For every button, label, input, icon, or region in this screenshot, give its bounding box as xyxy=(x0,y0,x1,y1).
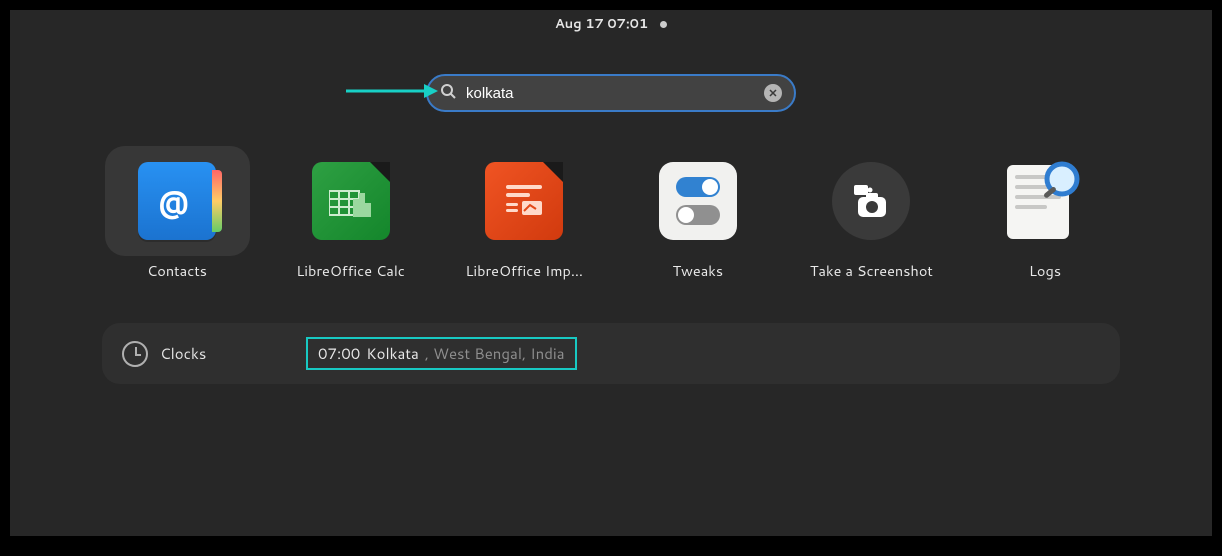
app-label: Take a Screenshot xyxy=(810,260,933,281)
app-contacts[interactable]: @ Contacts xyxy=(102,146,252,281)
logs-icon xyxy=(1005,161,1085,241)
app-label: LibreOffice Calc xyxy=(296,260,405,281)
screenshot-icon xyxy=(832,162,910,240)
app-results-grid: @ Contacts xyxy=(102,146,1120,281)
clear-search-icon[interactable]: ✕ xyxy=(764,84,782,102)
clock-time: 07:00 xyxy=(318,343,360,364)
app-label: Contacts xyxy=(147,260,207,281)
app-label: LibreOffice Imp… xyxy=(465,260,583,281)
app-label: Logs xyxy=(1029,260,1061,281)
clock-icon xyxy=(122,341,148,367)
impress-icon xyxy=(485,162,563,240)
app-libreoffice-calc[interactable]: LibreOffice Calc xyxy=(276,146,426,281)
magnifier-icon xyxy=(1037,159,1087,215)
calc-icon xyxy=(312,162,390,240)
clock-result-item[interactable]: 07:00 Kolkata , West Bengal, India xyxy=(306,337,577,370)
search-field[interactable]: ✕ xyxy=(426,74,796,112)
app-libreoffice-impress[interactable]: LibreOffice Imp… xyxy=(449,146,599,281)
clock-detail: , West Bengal, India xyxy=(425,343,565,364)
app-screenshot[interactable]: Take a Screenshot xyxy=(796,146,946,281)
top-bar: Aug 17 07:01 xyxy=(10,10,1212,38)
search-input[interactable] xyxy=(466,85,754,102)
provider-label: Clocks xyxy=(160,343,206,364)
notification-dot-icon xyxy=(660,21,667,28)
search-icon xyxy=(440,82,456,105)
app-label: Tweaks xyxy=(672,260,723,281)
datetime-label[interactable]: Aug 17 07:01 xyxy=(555,15,648,33)
contacts-icon: @ xyxy=(138,162,216,240)
result-provider: Clocks xyxy=(122,341,290,367)
app-tweaks[interactable]: Tweaks xyxy=(623,146,773,281)
toggle-off-icon xyxy=(676,205,720,225)
svg-text:@: @ xyxy=(158,184,189,220)
tweaks-icon xyxy=(659,162,737,240)
clock-city: Kolkata xyxy=(366,343,419,364)
search-result-clocks[interactable]: Clocks 07:00 Kolkata , West Bengal, India xyxy=(102,323,1120,384)
annotation-arrow-icon xyxy=(346,82,438,106)
toggle-on-icon xyxy=(676,177,720,197)
app-logs[interactable]: Logs xyxy=(970,146,1120,281)
